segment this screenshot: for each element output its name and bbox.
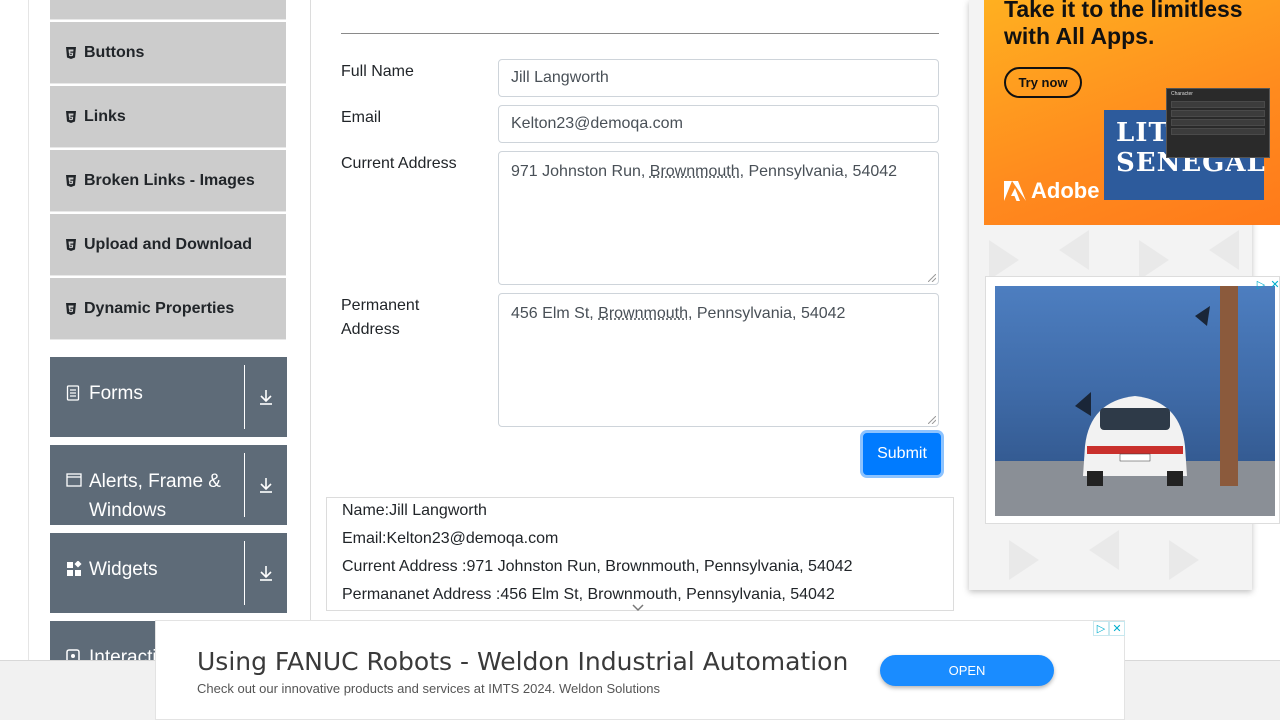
form-divider	[341, 33, 939, 34]
window-icon	[66, 473, 82, 489]
html5-icon	[65, 111, 77, 123]
chevron-down-icon[interactable]	[631, 603, 645, 613]
sidebar-item-label: Buttons	[84, 44, 144, 62]
adobe-logo-icon	[1004, 181, 1026, 201]
try-now-button[interactable]: Try now	[1004, 67, 1082, 98]
bottom-banner-ad[interactable]: Using FANUC Robots - Weldon Industrial A…	[155, 620, 1125, 720]
ad-headline: Take it to the limitless with All Apps.	[1004, 0, 1243, 50]
permanent-address-label: Permanent Address	[341, 294, 419, 342]
address-text: 456 Elm St,	[511, 305, 598, 322]
output-current-address: Current Address :971 Johnston Run, Brown…	[342, 558, 853, 576]
sidebar-item-dynamic-properties[interactable]: Dynamic Properties	[50, 278, 286, 340]
group-header: Alerts, Frame & Windows	[50, 453, 245, 517]
ad-headline-line: Take it to the limitless	[1004, 0, 1243, 23]
email-label: Email	[341, 106, 381, 130]
widgets-icon	[66, 561, 82, 577]
sidebar-item-previous[interactable]	[50, 0, 286, 20]
download-arrow-icon	[258, 388, 274, 406]
banner-ad-controls: ▷ ✕	[1093, 621, 1125, 636]
sidebar-item-label: Broken Links - Images	[84, 172, 255, 190]
ad-headline-line: with All Apps.	[1004, 23, 1243, 50]
close-ad-icon[interactable]: ✕	[1268, 277, 1280, 291]
sidebar-item-label: Upload and Download	[84, 236, 252, 254]
panel-row	[1171, 119, 1265, 126]
download-arrow-icon	[258, 476, 274, 494]
adobe-logo: Adobe	[1004, 178, 1099, 204]
group-label: Widgets	[89, 541, 158, 584]
adchoices-icon[interactable]: ▷	[1254, 277, 1268, 291]
panel-row	[1171, 101, 1265, 108]
submit-button[interactable]: Submit	[863, 433, 941, 475]
adobe-ad[interactable]: Take it to the limitless with All Apps. …	[984, 0, 1280, 225]
sidebar-item-upload-download[interactable]: Upload and Download	[50, 214, 286, 276]
permanent-address-textarea[interactable]: 456 Elm St, Brownmouth, Pennsylvania, 54…	[498, 293, 939, 427]
output-box: Name:Jill Langworth Email:Kelton23@demoq…	[326, 497, 954, 611]
expand-button[interactable]	[245, 357, 287, 437]
full-name-input[interactable]	[498, 59, 939, 97]
address-text: 971 Johnston Run,	[511, 163, 650, 180]
sidebar-item-label: Dynamic Properties	[84, 300, 234, 318]
open-button[interactable]: OPEN	[880, 655, 1054, 686]
output-name: Name:Jill Langworth	[342, 502, 487, 520]
panel-row	[1171, 128, 1265, 135]
address-city: Brownmouth	[598, 305, 688, 322]
expand-button[interactable]	[245, 445, 287, 525]
resize-grip-icon[interactable]	[928, 274, 936, 282]
car-image	[995, 286, 1275, 516]
close-ad-icon[interactable]: ✕	[1109, 621, 1125, 636]
gutter-divider	[28, 0, 29, 660]
panel-title: Character	[1167, 89, 1269, 99]
email-input[interactable]	[498, 105, 939, 143]
sidebar-group-forms[interactable]: Forms	[50, 357, 287, 437]
resize-grip-icon[interactable]	[928, 416, 936, 424]
sidebar-item-links[interactable]: Links	[50, 86, 286, 148]
group-header: Forms	[50, 365, 245, 429]
sidebar-group-widgets[interactable]: Widgets	[50, 533, 287, 613]
address-city: Brownmouth	[650, 163, 740, 180]
sidebar-divider	[310, 0, 311, 660]
full-name-label: Full Name	[341, 60, 414, 84]
adobe-wordmark: Adobe	[1031, 178, 1099, 204]
sidebar-item-label: Links	[84, 108, 126, 126]
car-illustration	[995, 286, 1275, 516]
current-address-textarea[interactable]: 971 Johnston Run, Brownmouth, Pennsylvan…	[498, 151, 939, 285]
banner-title: Using FANUC Robots - Weldon Industrial A…	[197, 647, 848, 676]
download-arrow-icon	[258, 564, 274, 582]
adchoices-icon[interactable]: ▷	[1093, 621, 1109, 636]
banner-description: Check out our innovative products and se…	[197, 681, 660, 696]
address-text: , Pennsylvania, 54042	[740, 163, 897, 180]
html5-icon	[65, 47, 77, 59]
panel-row	[1171, 110, 1265, 117]
group-label: Forms	[89, 365, 143, 408]
character-panel: Character	[1166, 88, 1270, 158]
label-line: Address	[341, 318, 419, 342]
label-line: Permanent	[341, 294, 419, 318]
group-label: Alerts, Frame & Windows	[89, 443, 239, 525]
html5-icon	[65, 175, 77, 187]
page: Buttons Links Broken Links - Images Uplo…	[0, 0, 1280, 720]
sidebar-item-buttons[interactable]: Buttons	[50, 22, 286, 84]
output-email: Email:Kelton23@demoqa.com	[342, 530, 558, 548]
address-text: , Pennsylvania, 54042	[688, 305, 845, 322]
html5-icon	[65, 303, 77, 315]
sidebar-item-broken-links[interactable]: Broken Links - Images	[50, 150, 286, 212]
document-icon	[66, 385, 82, 401]
current-address-label: Current Address	[341, 152, 457, 176]
group-header: Widgets	[50, 541, 245, 605]
html5-icon	[65, 239, 77, 251]
sidebar-group-alerts[interactable]: Alerts, Frame & Windows	[50, 445, 287, 525]
expand-button[interactable]	[245, 533, 287, 613]
car-ad[interactable]: ▷ ✕	[985, 276, 1280, 524]
output-permanent-address: Permananet Address :456 Elm St, Brownmou…	[342, 586, 835, 604]
